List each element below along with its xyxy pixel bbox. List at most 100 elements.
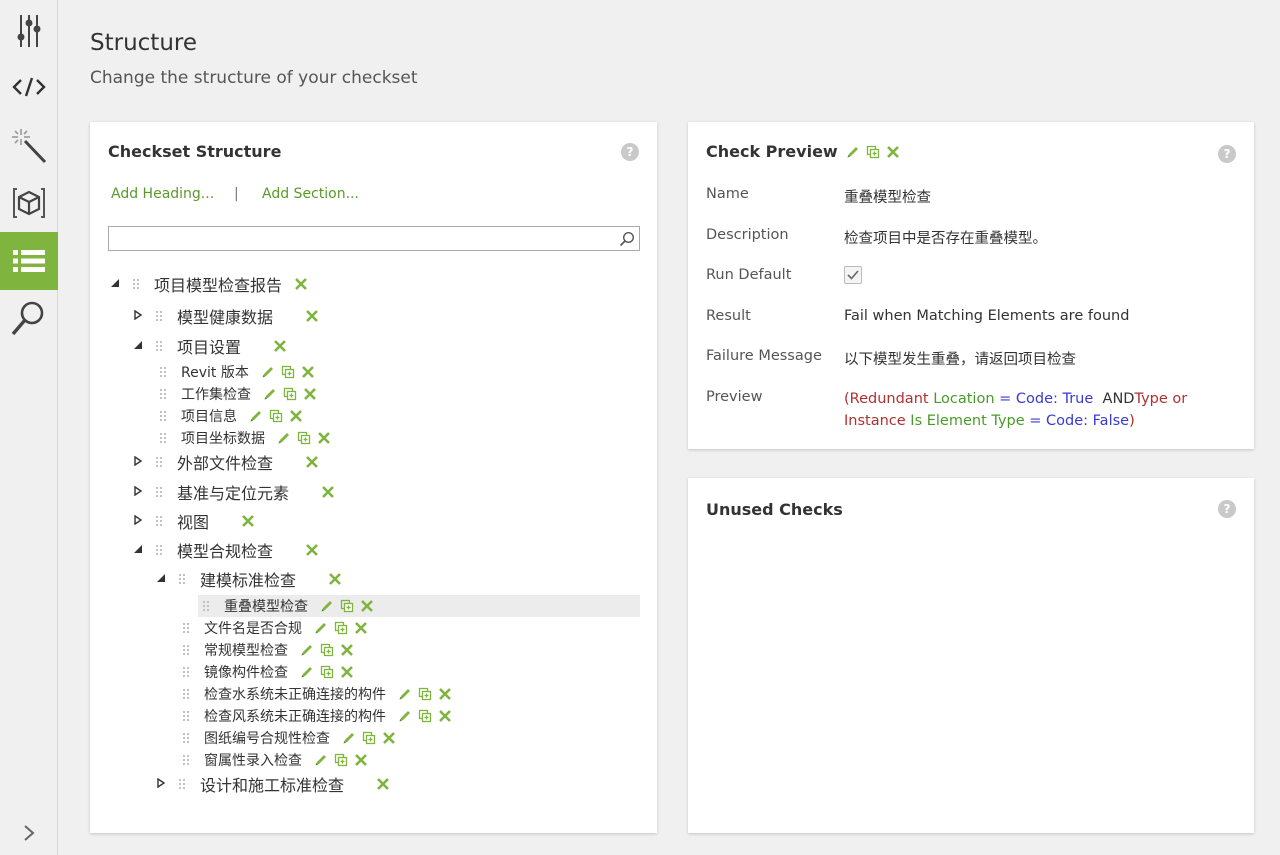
drag-handle[interactable]	[182, 732, 192, 744]
delete-button[interactable]	[305, 543, 319, 557]
tree-check-row[interactable]: 检查风系统未正确连接的构件	[182, 705, 452, 727]
edit-button[interactable]	[277, 431, 291, 445]
drag-handle[interactable]	[182, 644, 192, 656]
drag-handle[interactable]	[178, 778, 188, 790]
copy-button[interactable]	[418, 687, 432, 701]
delete-button[interactable]	[301, 365, 315, 379]
copy-button[interactable]	[320, 665, 334, 679]
help-icon[interactable]: ?	[621, 143, 639, 161]
copy-button[interactable]	[283, 387, 297, 401]
edit-button[interactable]	[398, 709, 412, 723]
help-icon[interactable]: ?	[1218, 500, 1236, 518]
drag-handle[interactable]	[182, 622, 192, 634]
help-icon[interactable]: ?	[1218, 145, 1236, 163]
delete-button[interactable]	[376, 777, 390, 791]
drag-handle[interactable]	[182, 666, 192, 678]
expand-toggle[interactable]	[131, 514, 145, 528]
edit-button[interactable]	[314, 753, 328, 767]
edit-button[interactable]	[261, 365, 275, 379]
drag-handle[interactable]	[159, 432, 169, 444]
delete-button[interactable]	[321, 485, 335, 499]
tree-check-row[interactable]: 文件名是否合规	[182, 617, 368, 639]
tree-section-row[interactable]: 基准与定位元素	[131, 481, 335, 503]
tree-check-row[interactable]: 镜像构件检查	[182, 661, 354, 683]
delete-button[interactable]	[294, 277, 308, 291]
drag-handle[interactable]	[182, 754, 192, 766]
tree-section-row[interactable]: 模型合规检查	[131, 539, 319, 561]
edit-button[interactable]	[320, 599, 334, 613]
drag-handle[interactable]	[155, 486, 165, 498]
tree-check-row[interactable]: 窗属性录入检查	[182, 749, 368, 771]
expand-toggle[interactable]	[131, 309, 145, 323]
add-heading-link[interactable]: Add Heading...	[111, 186, 214, 202]
drag-handle[interactable]	[155, 310, 165, 322]
copy-button[interactable]	[334, 753, 348, 767]
code-button[interactable]	[0, 58, 58, 116]
drag-handle[interactable]	[178, 573, 188, 585]
magic-wand-button[interactable]	[0, 116, 58, 174]
collapse-toggle[interactable]	[154, 573, 168, 586]
edit-button[interactable]	[249, 409, 263, 423]
expand-toggle[interactable]	[131, 455, 145, 469]
tree-check-row[interactable]: 检查水系统未正确连接的构件	[182, 683, 452, 705]
run-default-checkbox[interactable]	[844, 266, 862, 284]
expand-rail-button[interactable]	[0, 810, 58, 855]
tree-check-row[interactable]: 项目信息	[159, 405, 303, 427]
tree-check-row[interactable]: 重叠模型检查	[198, 595, 640, 617]
delete-button[interactable]	[328, 572, 342, 586]
delete-button[interactable]	[305, 309, 319, 323]
copy-button[interactable]	[269, 409, 283, 423]
tree-section-row[interactable]: 视图	[131, 510, 255, 532]
edit-button[interactable]	[300, 665, 314, 679]
drag-handle[interactable]	[182, 688, 192, 700]
copy-button[interactable]	[297, 431, 311, 445]
tree-section-row[interactable]: 建模标准检查	[154, 568, 342, 590]
delete-check-button[interactable]	[886, 145, 900, 159]
drag-handle[interactable]	[155, 456, 165, 468]
drag-handle[interactable]	[182, 710, 192, 722]
tree-section-row[interactable]: 项目模型检查报告	[108, 273, 308, 295]
sliders-button[interactable]	[0, 0, 58, 58]
tree-section-row[interactable]: 外部文件检查	[131, 451, 319, 473]
delete-button[interactable]	[305, 455, 319, 469]
search-rail-button[interactable]	[0, 290, 58, 348]
drag-handle[interactable]	[155, 515, 165, 527]
drag-handle[interactable]	[202, 600, 212, 612]
edit-button[interactable]	[263, 387, 277, 401]
edit-button[interactable]	[300, 643, 314, 657]
tree-section-row[interactable]: 项目设置	[131, 335, 287, 357]
delete-button[interactable]	[438, 709, 452, 723]
copy-button[interactable]	[281, 365, 295, 379]
delete-button[interactable]	[354, 621, 368, 635]
drag-handle[interactable]	[155, 340, 165, 352]
tree-check-row[interactable]: 图纸编号合规性检查	[182, 727, 396, 749]
tree-check-row[interactable]: 工作集检查	[159, 383, 317, 405]
delete-button[interactable]	[382, 731, 396, 745]
delete-button[interactable]	[289, 409, 303, 423]
delete-button[interactable]	[340, 665, 354, 679]
delete-button[interactable]	[360, 599, 374, 613]
copy-button[interactable]	[362, 731, 376, 745]
drag-handle[interactable]	[159, 410, 169, 422]
collapse-toggle[interactable]	[131, 544, 145, 557]
edit-check-button[interactable]	[846, 145, 860, 159]
tree-section-row[interactable]: 设计和施工标准检查	[154, 773, 390, 795]
delete-button[interactable]	[303, 387, 317, 401]
delete-button[interactable]	[273, 339, 287, 353]
delete-button[interactable]	[340, 643, 354, 657]
tree-section-row[interactable]: 模型健康数据	[131, 305, 319, 327]
drag-handle[interactable]	[159, 366, 169, 378]
copy-check-button[interactable]	[866, 145, 880, 159]
list-button[interactable]	[0, 232, 58, 290]
delete-button[interactable]	[317, 431, 331, 445]
drag-handle[interactable]	[159, 388, 169, 400]
add-section-link[interactable]: Add Section...	[262, 186, 359, 202]
copy-button[interactable]	[334, 621, 348, 635]
copy-button[interactable]	[340, 599, 354, 613]
expand-toggle[interactable]	[154, 777, 168, 791]
tree-check-row[interactable]: Revit 版本	[159, 361, 315, 383]
copy-button[interactable]	[418, 709, 432, 723]
collapse-toggle[interactable]	[108, 278, 122, 291]
expand-toggle[interactable]	[131, 485, 145, 499]
cube-button[interactable]	[0, 174, 58, 232]
